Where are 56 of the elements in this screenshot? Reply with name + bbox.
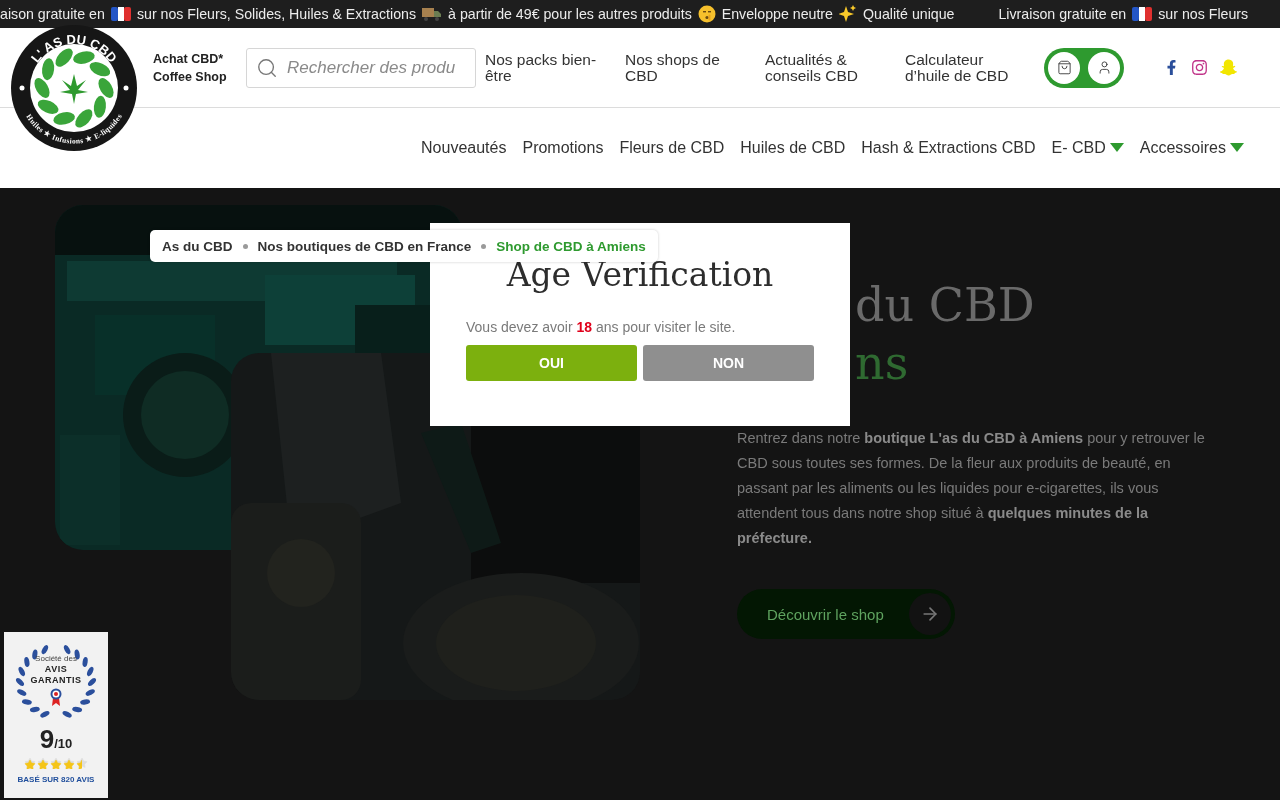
menu-item[interactable]: Nouveautés — [421, 138, 507, 157]
menu-item[interactable]: Accessoires — [1139, 138, 1244, 157]
brand-tagline: Coffee Shop — [153, 68, 228, 86]
menu-item[interactable]: Huiles de CBD — [740, 138, 846, 157]
badge-title: AVIS — [44, 664, 68, 675]
rosette-icon — [50, 688, 62, 706]
badge-text: Société des — [35, 654, 77, 664]
menu-item[interactable]: Hash & Extractions CBD — [861, 138, 1036, 157]
announcement-text: à partir de 49€ pour les autres produits — [448, 6, 692, 22]
separator-dot — [481, 243, 487, 249]
truck-icon — [422, 7, 443, 21]
badge-caption: BASÉ SUR 820 AVIS — [17, 775, 95, 784]
announcement-text: Enveloppe neutre — [721, 6, 833, 22]
discover-button[interactable]: Découvrir le shop — [737, 589, 955, 639]
star-icon — [50, 757, 62, 769]
separator-dot — [242, 243, 248, 249]
bag-icon — [1056, 60, 1072, 75]
search-field[interactable]: Rechercher des produ — [246, 47, 476, 88]
nav-link[interactable]: Nos packs bien-être — [485, 51, 603, 84]
account-button[interactable] — [1088, 51, 1120, 84]
instagram-icon[interactable] — [1191, 59, 1208, 76]
announcement-text: aison gratuite en — [0, 6, 105, 22]
breadcrumb-link[interactable]: As du CBD — [162, 238, 233, 254]
announcement-text: Livraison gratuite en — [998, 6, 1127, 22]
score-value: 9 — [39, 724, 55, 755]
star-icon — [37, 757, 49, 769]
star-icon — [24, 757, 36, 769]
dialog-title: Age Verification — [505, 254, 775, 296]
flag-icon — [1132, 7, 1153, 21]
nav-link[interactable]: Nos shops de CBD — [625, 51, 743, 84]
nav-link[interactable]: Calculateur d’huile de CBD — [905, 51, 1023, 84]
facebook-icon[interactable] — [1164, 60, 1179, 75]
announcement-text: Qualité unique — [863, 6, 955, 22]
announcement-text: sur nos Fleurs, Solides, Huiles & Extractions — [136, 6, 417, 22]
cart-button[interactable] — [1048, 51, 1080, 84]
hero-paragraph: Rentrez dans notre boutique L'as du CBD à Amiens pour y retrouver le CBD sous toutes ses formes. De la fleur aux produits de beauté, en passant par les aliments ou les liquides pour e-cigarettes, ils vous attendent tous dans notre shop situé à quelques minutes de la préfecture. — [737, 429, 1206, 548]
sparkles-icon — [839, 5, 857, 23]
nav-link[interactable]: Actualités & conseils CBD — [765, 51, 883, 84]
menu-item[interactable]: Fleurs de CBD — [619, 138, 725, 157]
face-icon — [697, 5, 716, 23]
flag-icon — [110, 7, 131, 21]
score-scale: /10 — [54, 736, 73, 751]
menu-item[interactable]: E- CBD — [1051, 138, 1124, 157]
hero-heading: du CBD — [854, 277, 1036, 334]
reviews-badge[interactable]: Société des AVIS GARANTIS 9/10 BASÉ SUR 820 AVIS — [4, 632, 108, 798]
user-icon — [1096, 60, 1112, 75]
search-icon — [256, 56, 278, 79]
dialog-message: Vous devez avoir 18 ans pour visiter le site. — [466, 319, 737, 335]
menu-item[interactable]: Promotions — [522, 138, 604, 157]
breadcrumb-link[interactable]: Nos boutiques de CBD en France — [257, 238, 472, 254]
badge-title: GARANTIS — [30, 675, 82, 686]
breadcrumb-link[interactable]: Shop de CBD à Amiens — [496, 238, 646, 254]
star-icon — [76, 757, 88, 769]
announcement-text: sur nos Fleurs — [1158, 6, 1249, 22]
brand-tagline: Achat CBD* — [153, 50, 225, 68]
star-icon — [63, 757, 75, 769]
